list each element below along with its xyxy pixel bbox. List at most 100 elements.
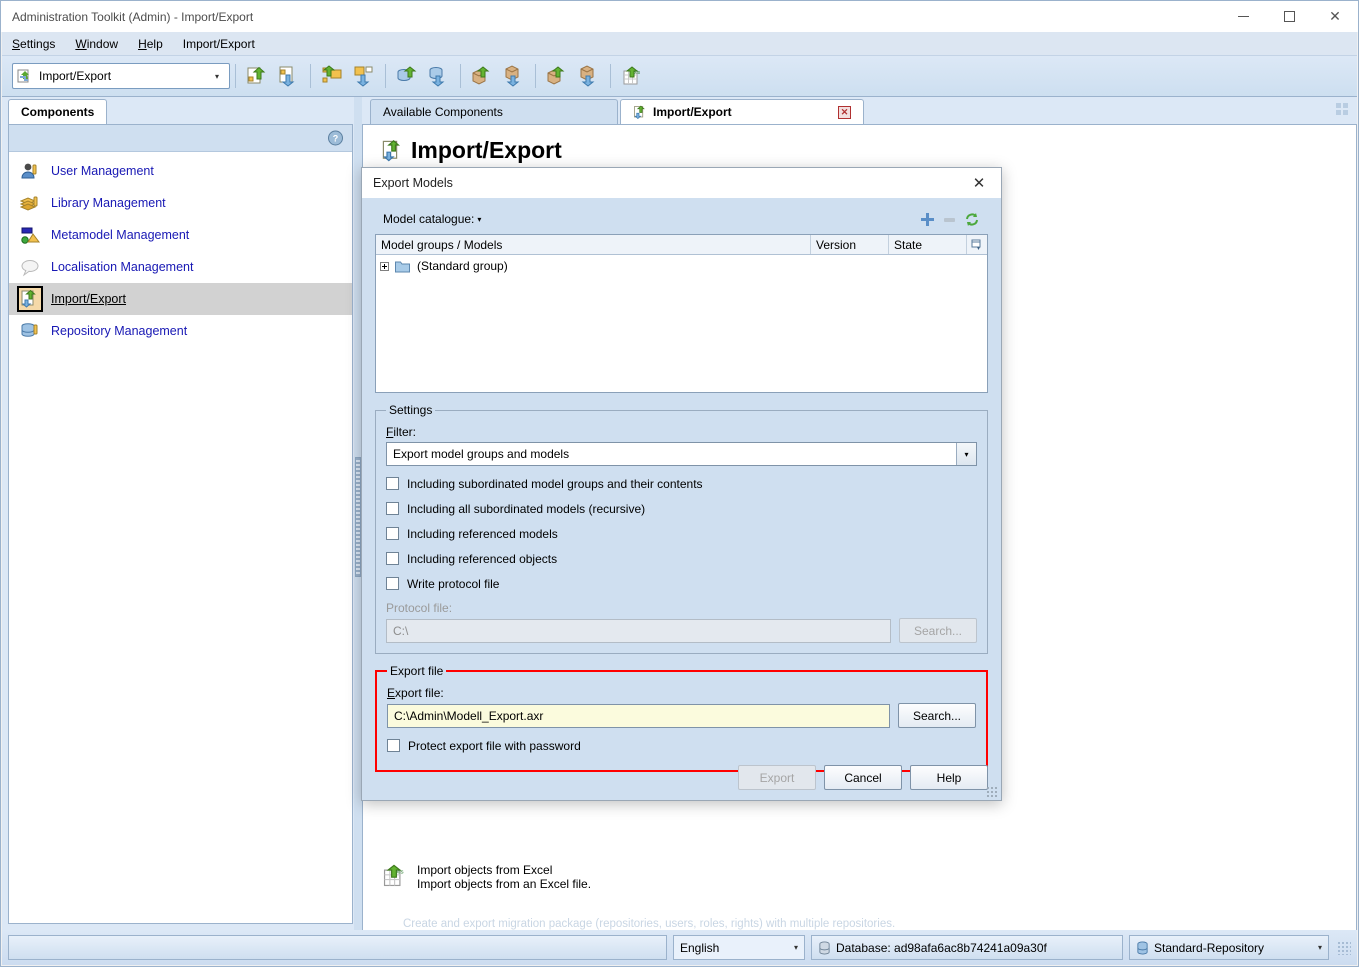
export-button[interactable]: Export — [738, 765, 816, 790]
export-package-icon — [505, 65, 520, 87]
sidebar-item-repository-management[interactable]: Repository Management — [9, 315, 352, 347]
menu-settings-label: ettings — [20, 36, 56, 51]
resize-grip[interactable] — [1337, 940, 1351, 955]
import-model-button[interactable] — [242, 61, 272, 91]
menu-import-export[interactable]: Import/Export — [173, 35, 265, 53]
export-file-group: Export file Export file: C:\Admin\Modell… — [375, 664, 988, 772]
import-excel-link[interactable]: Import objects from Excel — [417, 863, 591, 877]
remove-icon[interactable] — [942, 212, 957, 227]
export-database-button[interactable] — [424, 61, 454, 91]
export-file-input[interactable]: C:\Admin\Modell_Export.axr — [387, 703, 890, 728]
sidebar-item-import-export[interactable]: Import/Export — [9, 283, 352, 315]
title-bar: Administration Toolkit (Admin) - Import/… — [1, 1, 1358, 32]
tab-available-components[interactable]: Available Components — [370, 99, 618, 124]
menu-window[interactable]: Window — [65, 35, 128, 53]
import-excel-button[interactable]: xls — [617, 61, 647, 91]
language-selector[interactable]: English ▾ — [673, 935, 805, 960]
import-migration-package-icon — [547, 66, 565, 85]
table-row[interactable]: (Standard group) — [376, 255, 987, 277]
checkbox-label: Protect export file with password — [408, 738, 581, 753]
repository-value: Standard-Repository — [1154, 940, 1265, 955]
menu-help-label: elp — [146, 36, 163, 51]
model-tree-header: Model groups / Models Version State — [376, 235, 987, 255]
minimize-icon — [1237, 16, 1249, 17]
export-file-row: C:\Admin\Modell_Export.axr Search... — [387, 703, 976, 728]
checkbox-box[interactable] — [386, 577, 399, 590]
close-window-button[interactable]: ✕ — [1312, 1, 1358, 32]
checkbox-box[interactable] — [386, 502, 399, 515]
dialog-body: Model catalogue: ▾ Model groups / Models… — [362, 198, 1001, 800]
minimize-button[interactable] — [1220, 1, 1266, 32]
checkbox-box[interactable] — [387, 739, 400, 752]
checkbox-all-subordinated-models[interactable]: Including all subordinated models (recur… — [386, 496, 977, 521]
svg-text:xls: xls — [396, 870, 403, 876]
cancel-button[interactable]: Cancel — [824, 765, 902, 790]
import-database-button[interactable] — [392, 61, 422, 91]
dialog-resize-grip[interactable] — [986, 786, 998, 798]
maximize-icon — [1283, 11, 1295, 22]
dialog-close-button[interactable]: ✕ — [957, 168, 1001, 198]
checkbox-referenced-models[interactable]: Including referenced models — [386, 521, 977, 546]
page-title-text: Import/Export — [411, 137, 562, 163]
export-migration-package-button[interactable] — [574, 61, 604, 91]
import-package-button[interactable] — [467, 61, 497, 91]
import-excel-icon: xls — [623, 66, 641, 85]
sidebar-item-localisation-management[interactable]: Localisation Management — [9, 251, 352, 283]
grid-view-icon[interactable] — [1335, 102, 1349, 119]
tab-close-icon[interactable]: ✕ — [838, 105, 851, 119]
import-migration-package-button[interactable] — [542, 61, 572, 91]
chevron-down-icon[interactable]: ▾ — [956, 443, 976, 465]
column-header-models[interactable]: Model groups / Models — [376, 235, 811, 254]
catalogue-actions — [920, 212, 988, 227]
checkbox-box[interactable] — [386, 477, 399, 490]
export-package-button[interactable] — [499, 61, 529, 91]
checkbox-box[interactable] — [386, 552, 399, 565]
column-header-version[interactable]: Version — [811, 235, 889, 254]
checkbox-referenced-objects[interactable]: Including referenced objects — [386, 546, 977, 571]
import-export-icon — [17, 69, 29, 83]
tab-import-export[interactable]: Import/Export ✕ — [620, 99, 864, 124]
export-model-group-button[interactable] — [349, 61, 379, 91]
toolbar-separator — [385, 64, 386, 88]
export-search-button[interactable]: Search... — [898, 703, 976, 728]
model-tree[interactable]: Model groups / Models Version State (Sta… — [375, 234, 988, 393]
application-window: Administration Toolkit (Admin) - Import/… — [0, 0, 1359, 967]
checkbox-write-protocol-file[interactable]: Write protocol file — [386, 571, 977, 596]
toolbar-separator — [535, 64, 536, 88]
protocol-search-button[interactable]: Search... — [899, 618, 977, 643]
protocol-file-input[interactable]: C:\ — [386, 618, 891, 643]
sidebar-nav-list: User Management Library Management Metam… — [9, 152, 352, 347]
checkbox-protect-with-password[interactable]: Protect export file with password — [387, 733, 976, 758]
sidebar-item-user-management[interactable]: User Management — [9, 155, 352, 187]
sidebar-item-library-management[interactable]: Library Management — [9, 187, 352, 219]
expand-icon[interactable] — [380, 261, 389, 271]
tab-components[interactable]: Components — [8, 99, 108, 124]
import-excel-text: Import objects from Excel Import objects… — [417, 863, 591, 891]
menu-settings[interactable]: Settings — [2, 35, 65, 53]
close-icon: ✕ — [1329, 8, 1341, 25]
import-model-group-button[interactable] — [317, 61, 347, 91]
chevron-down-icon: ▾ — [214, 71, 219, 81]
sidebar-item-label: Import/Export — [51, 292, 127, 306]
toolbar: Import/Export ▾ xls — [2, 56, 1357, 97]
component-selector-combo[interactable]: Import/Export ▾ — [12, 63, 230, 89]
dialog-title-bar: Export Models ✕ — [362, 168, 1001, 198]
filter-select[interactable]: Export model groups and models ▾ — [386, 442, 977, 466]
sidebar-item-metamodel-management[interactable]: Metamodel Management — [9, 219, 352, 251]
toolbar-separator — [610, 64, 611, 88]
refresh-icon[interactable] — [964, 212, 980, 227]
help-icon[interactable]: ? — [327, 130, 344, 147]
tab-available-components-label: Available Components — [383, 105, 503, 119]
column-chooser-icon[interactable] — [967, 235, 987, 254]
repository-selector[interactable]: Standard-Repository ▾ — [1129, 935, 1329, 960]
chevron-down-icon[interactable]: ▾ — [477, 215, 481, 224]
column-header-state[interactable]: State — [889, 235, 967, 254]
maximize-button[interactable] — [1266, 1, 1312, 32]
export-model-button[interactable] — [274, 61, 304, 91]
checkbox-box[interactable] — [386, 527, 399, 540]
add-icon[interactable] — [920, 212, 935, 227]
menu-help[interactable]: Help — [128, 35, 173, 53]
checkbox-subordinated-groups[interactable]: Including subordinated model groups and … — [386, 471, 977, 496]
dialog-title: Export Models — [373, 176, 453, 190]
help-button[interactable]: Help — [910, 765, 988, 790]
